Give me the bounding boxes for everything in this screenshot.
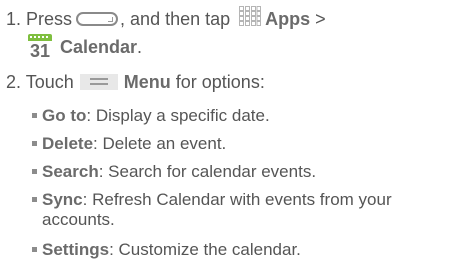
option-label: Delete xyxy=(42,134,94,153)
step-2-touch-text: Touch xyxy=(25,72,74,92)
bullet-icon xyxy=(32,141,37,147)
step-1-number: 1. xyxy=(6,8,22,29)
option-label: Go to xyxy=(42,106,87,125)
menu-key-icon xyxy=(79,74,118,91)
step-2-number: 2. xyxy=(6,72,22,92)
calendar-icon: 31 xyxy=(28,34,52,62)
option-desc-continued: accounts. xyxy=(42,210,115,229)
option-settings: Settings: Customize the calendar. xyxy=(32,240,301,260)
option-desc: : Display a specific date. xyxy=(86,106,270,125)
step-1-period: . xyxy=(137,37,143,57)
option-delete: Delete: Delete an event. xyxy=(32,134,226,154)
bullet-icon xyxy=(32,247,37,253)
bullet-icon xyxy=(32,169,37,175)
option-desc: : Refresh Calendar with events from your xyxy=(82,190,392,209)
apps-label: Apps xyxy=(265,8,311,29)
option-desc: : Delete an event. xyxy=(93,134,227,153)
apps-grid-icon xyxy=(239,6,262,30)
page: { "step1": { "number": "1.", "press": "P… xyxy=(0,0,452,270)
step-1-line-1: 1. Press , and then tap Apps > xyxy=(6,6,326,32)
home-key-icon xyxy=(76,12,119,26)
bullet-icon xyxy=(32,113,37,119)
option-desc: : Search for calendar events. xyxy=(98,162,317,181)
menu-label: Menu xyxy=(123,72,171,92)
step-1-press-text: Press xyxy=(26,8,73,29)
option-label: Settings xyxy=(42,240,110,259)
option-sync-continued: accounts. xyxy=(42,210,115,230)
step-2-line: 2. Touch Menu for options: xyxy=(6,72,265,92)
option-label: Search xyxy=(42,162,99,181)
option-desc: : Customize the calendar. xyxy=(109,240,301,259)
option-search: Search: Search for calendar events. xyxy=(32,162,316,182)
calendar-label: Calendar xyxy=(60,37,138,57)
option-sync: Sync: Refresh Calendar with events from … xyxy=(32,190,392,210)
step-2-for-options: for options: xyxy=(175,72,265,92)
option-go-to: Go to: Display a specific date. xyxy=(32,106,270,126)
step-1-line-2: Calendar. xyxy=(60,37,142,57)
bullet-icon xyxy=(32,197,37,203)
calendar-icon-header xyxy=(28,34,52,41)
step-1-then-tap-text: , and then tap xyxy=(120,8,231,29)
option-label: Sync xyxy=(42,190,83,209)
step-1-arrow: > xyxy=(315,8,326,29)
calendar-icon-day: 31 xyxy=(29,41,51,61)
